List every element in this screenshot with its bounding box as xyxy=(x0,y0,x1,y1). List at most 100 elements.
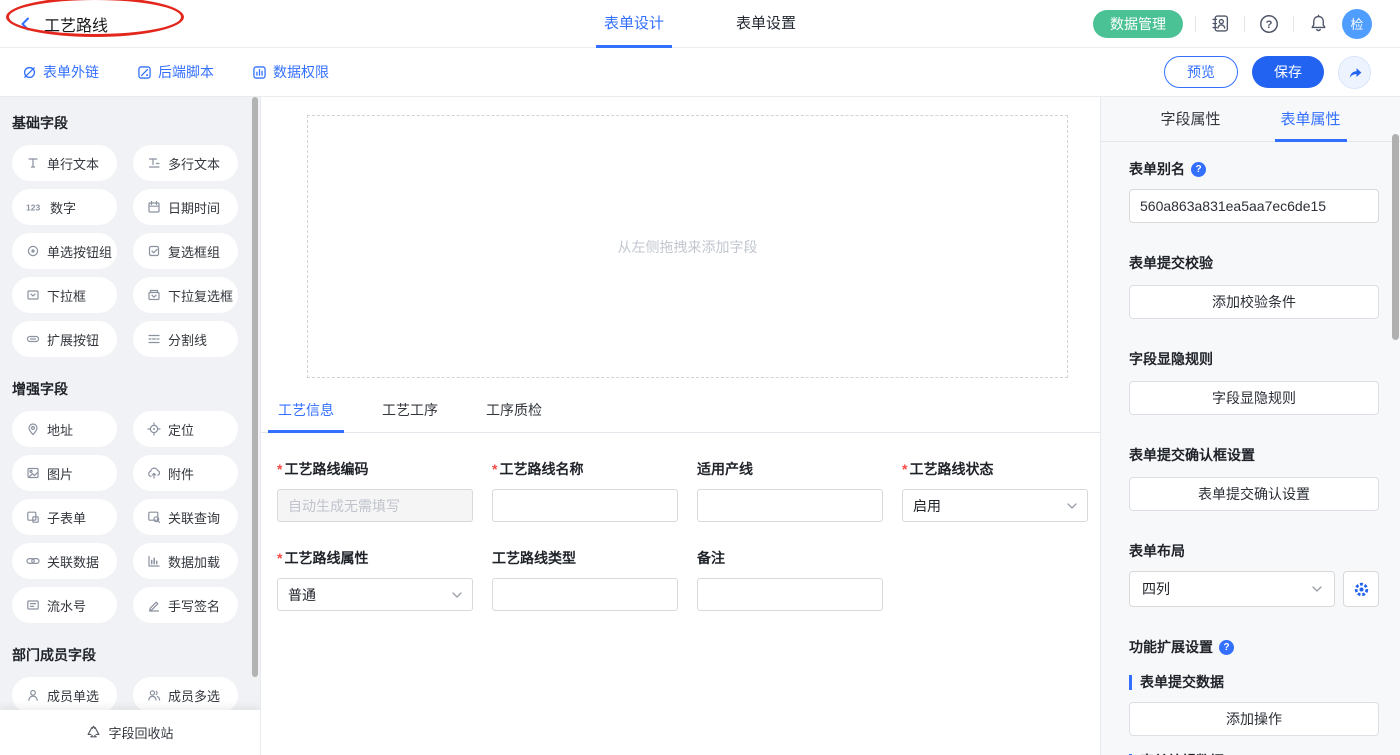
field-label: 扩展按钮 xyxy=(47,330,99,349)
label-text: 功能扩展设置 xyxy=(1129,637,1213,657)
field-label: 工艺路线类型 xyxy=(492,548,576,568)
field-label: 日期时间 xyxy=(168,198,220,217)
linked-query-icon xyxy=(147,510,161,524)
field-member-single[interactable]: 成员单选 xyxy=(12,677,117,713)
header-right: 数据管理 ? 检 xyxy=(1093,9,1372,39)
gear-icon xyxy=(1353,581,1370,598)
form-field-route-name: *工艺路线名称 xyxy=(492,459,678,522)
remark-input[interactable] xyxy=(697,578,883,611)
field-radio-group[interactable]: 单选按钮组 xyxy=(12,233,117,269)
back-button[interactable] xyxy=(18,16,34,32)
field-data-load[interactable]: 数据加载 xyxy=(133,543,238,579)
divider-line-icon xyxy=(147,332,161,346)
field-serial-number[interactable]: 流水号 xyxy=(12,587,117,623)
route-code-input[interactable] xyxy=(277,489,473,522)
field-datetime[interactable]: 日期时间 xyxy=(133,189,238,225)
contacts-book-icon[interactable] xyxy=(1208,12,1232,36)
field-linked-data[interactable]: 关联数据 xyxy=(12,543,117,579)
share-button[interactable] xyxy=(1338,56,1371,89)
field-visibility-label: 字段显隐规则 xyxy=(1129,349,1379,369)
avatar[interactable]: 检 xyxy=(1342,9,1372,39)
enhanced-fields-grid: 地址 定位 图片 附件 子表单 xyxy=(0,411,260,623)
field-member-multi[interactable]: 成员多选 xyxy=(133,677,238,713)
backend-script-button[interactable]: 后端脚本 xyxy=(137,62,214,82)
top-header: 工艺路线 表单设计 表单设置 数据管理 ? 检 xyxy=(0,0,1400,48)
tab-process-info[interactable]: 工艺信息 xyxy=(268,400,344,433)
bell-icon[interactable] xyxy=(1306,12,1330,36)
field-label: 成员多选 xyxy=(168,686,220,705)
data-permission-button[interactable]: 数据权限 xyxy=(252,62,329,82)
form-toolbar: 表单外链 后端脚本 数据权限 预览 保存 xyxy=(0,48,1400,97)
field-checkbox-group[interactable]: 复选框组 xyxy=(133,233,238,269)
tab-form-design[interactable]: 表单设计 xyxy=(596,0,672,48)
layout-settings-button[interactable] xyxy=(1343,571,1379,607)
drop-zone[interactable]: 从左侧拖拽来添加字段 xyxy=(307,115,1068,378)
sidebar-scrollbar[interactable] xyxy=(252,97,258,677)
external-link-button[interactable]: 表单外链 xyxy=(22,62,99,82)
tab-step-quality[interactable]: 工序质检 xyxy=(476,400,552,433)
route-attribute-select[interactable]: 普通 xyxy=(277,578,473,611)
field-extend-button[interactable]: 扩展按钮 xyxy=(12,321,117,357)
group-title-enhanced: 增强字段 xyxy=(12,379,260,399)
field-select[interactable]: 下拉框 xyxy=(12,277,117,313)
route-name-input[interactable] xyxy=(492,489,678,522)
field-linked-query[interactable]: 关联查询 xyxy=(133,499,238,535)
chevron-left-icon xyxy=(18,16,34,32)
member-single-icon xyxy=(26,688,40,702)
add-validation-button[interactable]: 添加校验条件 xyxy=(1129,285,1379,319)
submit-confirm-button[interactable]: 表单提交确认设置 xyxy=(1129,477,1379,511)
tab-field-properties[interactable]: 字段属性 xyxy=(1154,97,1226,142)
field-subform[interactable]: 子表单 xyxy=(12,499,117,535)
route-type-input[interactable] xyxy=(492,578,678,611)
number-123-icon: 123 xyxy=(26,200,43,214)
tab-form-properties[interactable]: 表单属性 xyxy=(1275,97,1347,142)
form-alias-input[interactable] xyxy=(1129,189,1379,223)
crosshair-icon xyxy=(147,422,161,436)
field-divider-line[interactable]: 分割线 xyxy=(133,321,238,357)
field-single-text[interactable]: 单行文本 xyxy=(12,145,117,181)
field-label: 工艺路线编码 xyxy=(284,459,368,479)
question-badge-icon[interactable]: ? xyxy=(1191,162,1206,177)
tab-form-settings[interactable]: 表单设置 xyxy=(728,0,804,48)
field-image[interactable]: 图片 xyxy=(12,455,117,491)
submit-confirm-label: 表单提交确认框设置 xyxy=(1129,445,1379,465)
field-visibility-button[interactable]: 字段显隐规则 xyxy=(1129,381,1379,415)
data-permission-label: 数据权限 xyxy=(273,62,329,82)
field-label: 关联数据 xyxy=(47,552,99,571)
field-number[interactable]: 123 数字 xyxy=(12,189,117,225)
preview-button[interactable]: 预览 xyxy=(1164,56,1238,88)
chevron-down-icon xyxy=(452,592,462,598)
select-value: 启用 xyxy=(913,496,941,516)
canvas-tabs: 工艺信息 工艺工序 工序质检 xyxy=(261,400,1100,433)
form-field-remark: 备注 xyxy=(697,548,883,611)
extension-settings-label: 功能扩展设置 ? xyxy=(1129,637,1379,657)
panel-scrollbar[interactable] xyxy=(1392,134,1399,340)
extend-button-icon xyxy=(26,332,40,346)
field-multi-text[interactable]: 多行文本 xyxy=(133,145,238,181)
field-location[interactable]: 定位 xyxy=(133,411,238,447)
data-manage-button[interactable]: 数据管理 xyxy=(1093,10,1183,38)
divider xyxy=(1195,16,1196,32)
form-alias-label: 表单别名 ? xyxy=(1129,159,1379,179)
field-recycle-bin-button[interactable]: 字段回收站 xyxy=(0,710,260,755)
save-button[interactable]: 保存 xyxy=(1252,56,1324,88)
field-multi-select[interactable]: 下拉复选框 xyxy=(133,277,238,313)
external-link-label: 表单外链 xyxy=(43,62,99,82)
submit-data-add-button[interactable]: 添加操作 xyxy=(1129,702,1379,736)
field-signature[interactable]: 手写签名 xyxy=(133,587,238,623)
field-label: 定位 xyxy=(168,420,194,439)
question-badge-icon[interactable]: ? xyxy=(1219,640,1234,655)
question-circle-icon[interactable]: ? xyxy=(1257,12,1281,36)
production-line-input[interactable] xyxy=(697,489,883,522)
field-label: 备注 xyxy=(697,548,725,568)
form-layout-select[interactable]: 四列 xyxy=(1129,571,1335,607)
canvas-form-grid: *工艺路线编码 *工艺路线名称 适用产线 *工艺路线状态 启用 xyxy=(261,433,1100,611)
recycle-label: 字段回收站 xyxy=(108,723,173,742)
signature-pen-icon xyxy=(147,598,161,612)
field-attachment[interactable]: 附件 xyxy=(133,455,238,491)
field-label: 适用产线 xyxy=(697,459,753,479)
route-status-select[interactable]: 启用 xyxy=(902,489,1088,522)
group-title-basic: 基础字段 xyxy=(12,113,260,133)
tab-process-steps[interactable]: 工艺工序 xyxy=(372,400,448,433)
field-address[interactable]: 地址 xyxy=(12,411,117,447)
